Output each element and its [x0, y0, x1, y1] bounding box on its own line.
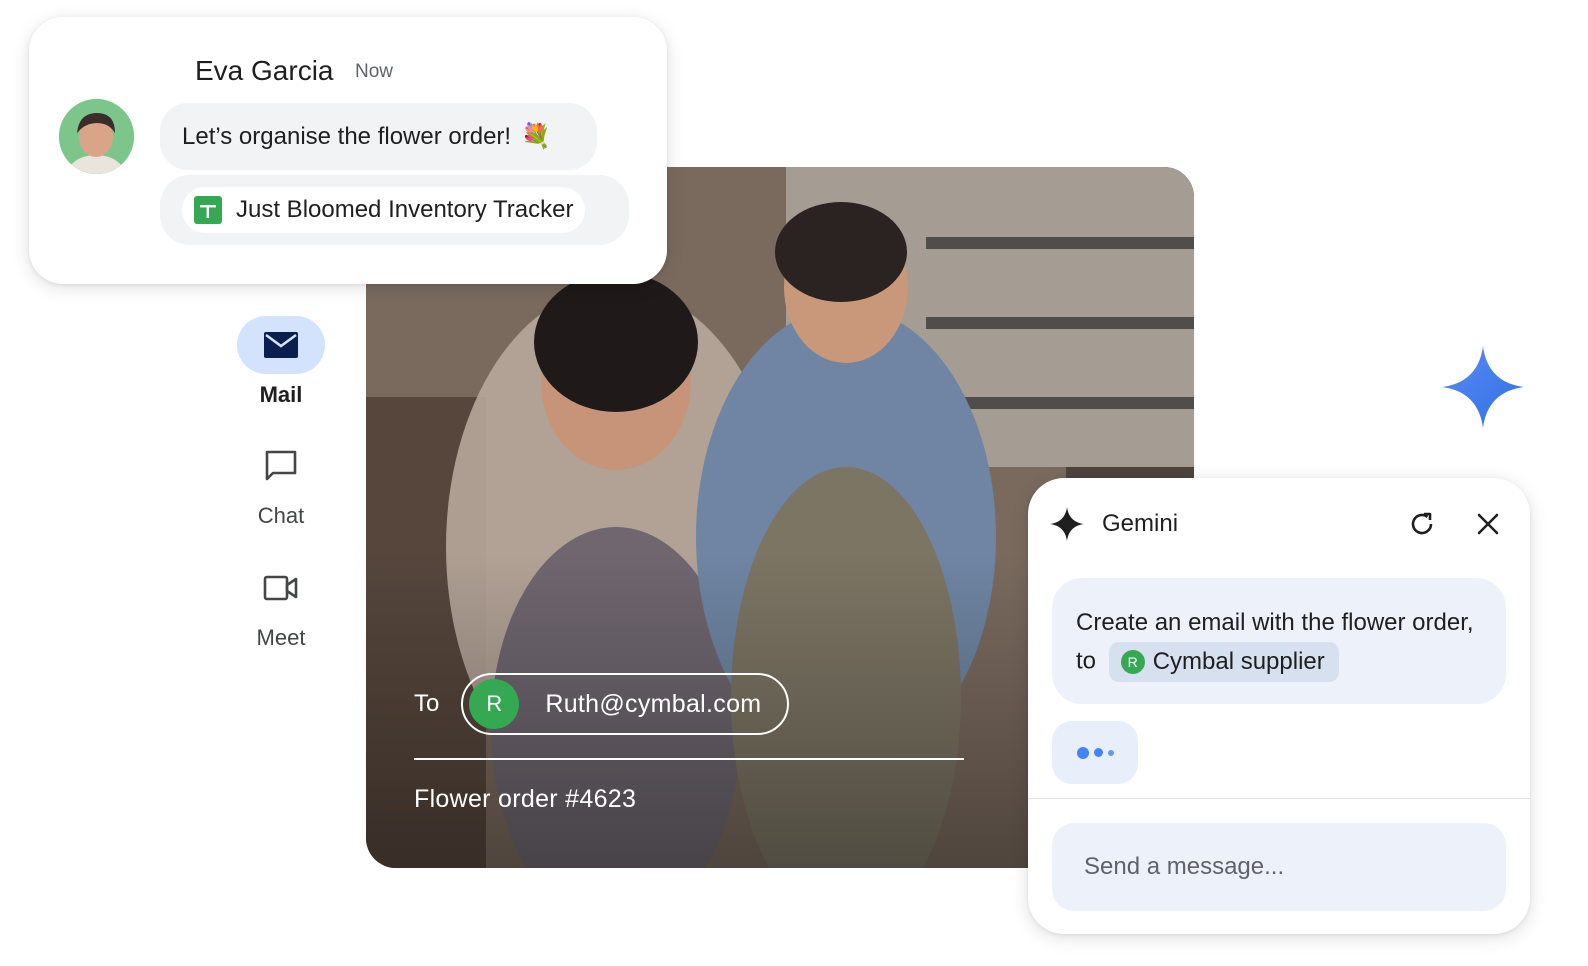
recipient-email: Ruth@cymbal.com	[545, 689, 762, 718]
mention-label: Cymbal supplier	[1152, 648, 1325, 675]
chat-icon-pill	[237, 437, 325, 495]
typing-dot	[1093, 748, 1103, 757]
email-to-row: To R Ruth@cymbal.com	[414, 672, 790, 736]
rail-label-meet: Meet	[256, 625, 306, 650]
mail-icon	[264, 332, 298, 358]
email-field-divider	[414, 758, 964, 760]
gemini-icon	[1050, 507, 1084, 541]
rail-item-chat[interactable]: Chat	[226, 437, 336, 529]
refresh-icon	[1411, 512, 1433, 535]
gemini-message-input[interactable]: Send a message...	[1052, 823, 1506, 911]
message-text: Let’s organise the flower order!	[182, 122, 512, 150]
mail-icon-pill	[237, 316, 325, 374]
mention-avatar: R	[1120, 650, 1145, 674]
sender-name: Eva Garcia	[195, 55, 334, 86]
attachment-chip[interactable]: Just Bloomed Inventory Tracker	[182, 187, 586, 233]
to-label: To	[414, 690, 440, 717]
rail-item-meet[interactable]: Meet	[226, 559, 336, 651]
video-camera-icon	[263, 575, 298, 601]
email-subject[interactable]: Flower order #4623	[414, 785, 636, 814]
typing-dot	[1076, 746, 1089, 759]
meet-icon-pill	[237, 559, 325, 617]
gemini-prompt-bubble: Create an email with the flower order, t…	[1052, 578, 1506, 704]
attachment-bubble: Just Bloomed Inventory Tracker	[160, 175, 629, 245]
gemini-panel: Gemini Create an email with the flower o…	[1028, 478, 1530, 934]
typing-indicator	[1052, 721, 1138, 784]
sender-photo	[59, 99, 134, 174]
rail-label-chat: Chat	[257, 503, 305, 528]
rail-item-mail[interactable]: Mail	[226, 316, 336, 408]
attachment-title: Just Bloomed Inventory Tracker	[236, 196, 574, 223]
rail-label-mail: Mail	[259, 382, 303, 407]
bouquet-emoji: 💐	[521, 123, 551, 150]
gemini-header: Gemini	[1050, 504, 1508, 544]
recipient-chip[interactable]: R Ruth@cymbal.com	[461, 673, 790, 735]
typing-dot	[1107, 749, 1114, 756]
gemini-footer-divider	[1028, 798, 1530, 799]
close-icon	[1477, 513, 1499, 535]
message-bubble: Let’s organise the flower order! 💐	[160, 103, 597, 170]
chat-icon	[265, 450, 297, 481]
close-button[interactable]	[1468, 504, 1508, 544]
gemini-title: Gemini	[1102, 510, 1179, 537]
sender-avatar	[59, 99, 134, 174]
chat-message-card[interactable]: Eva Garcia Now Let’s organise the flower…	[29, 17, 667, 284]
gemini-sparkle-icon	[1442, 346, 1524, 428]
refresh-button[interactable]	[1402, 504, 1442, 544]
mention-chip[interactable]: R Cymbal supplier	[1108, 642, 1339, 682]
message-timestamp: Now	[355, 61, 394, 82]
recipient-avatar: R	[469, 679, 520, 729]
sheets-icon	[194, 196, 222, 224]
